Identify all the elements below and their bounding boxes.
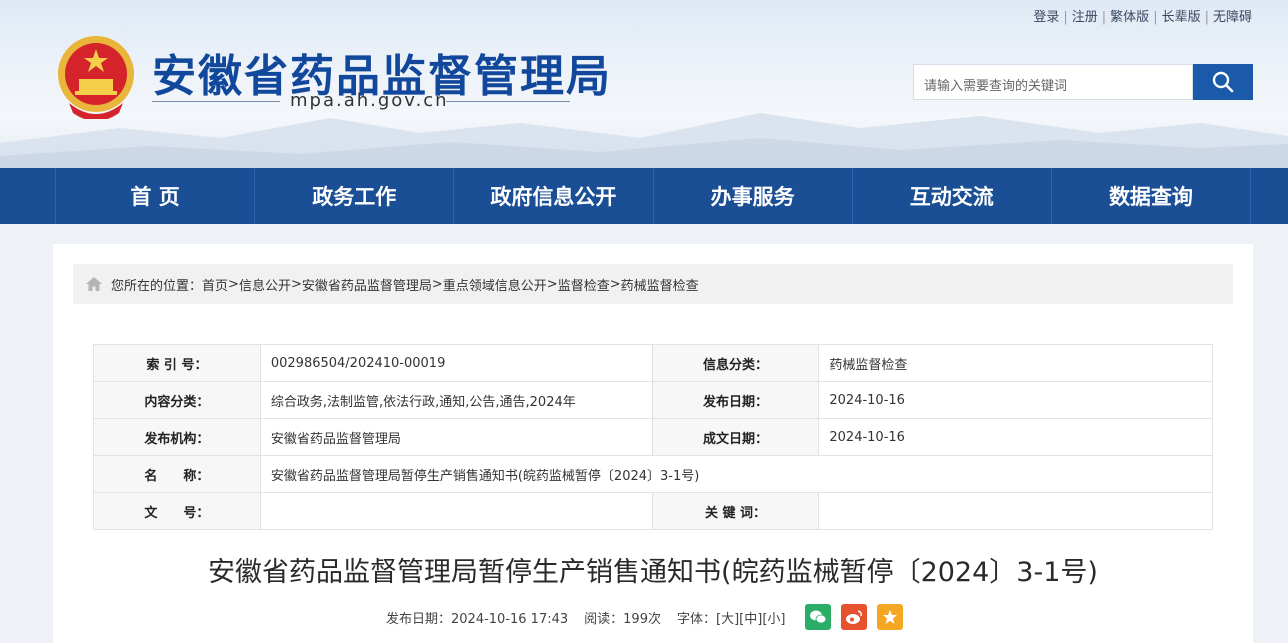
accessibility-link[interactable]: 无障碍 [1213, 10, 1252, 25]
breadcrumb-item[interactable]: 安徽省药品监督管理局 [302, 275, 432, 294]
meta-label: 发布机构： [93, 418, 261, 456]
elder-mode-link[interactable]: 长辈版 [1162, 10, 1201, 25]
meta-label: 关 键 词： [651, 492, 820, 530]
search-button[interactable] [1193, 64, 1253, 100]
meta-category-value: 药械监督检查 [818, 344, 1213, 382]
article-publish-date: 发布日期：2024-10-16 17:43 [386, 611, 569, 627]
meta-label: 索 引 号： [93, 344, 261, 382]
domain-divider [152, 101, 280, 102]
font-large-button[interactable]: [大] [716, 608, 739, 627]
meta-doc-date-value: 2024-10-16 [818, 418, 1213, 456]
breadcrumb-prefix: 您所在的位置： [111, 278, 203, 294]
weibo-share-button[interactable] [841, 604, 868, 630]
meta-name-value: 安徽省药品监督管理局暂停生产销售通知书(皖药监械暂停〔2024〕3-1号) [259, 455, 1214, 493]
article-read-count: 阅读：199次 [584, 611, 661, 627]
star-icon [883, 610, 898, 624]
meta-label: 信息分类： [651, 344, 820, 382]
wechat-share-button[interactable] [805, 604, 832, 630]
nav-information-disclosure[interactable]: 政府信息公开 [453, 168, 652, 224]
traditional-chinese-link[interactable]: 繁体版 [1110, 10, 1149, 25]
site-header: 登录 | 注册 | 繁体版 | 长辈版 | 无障碍 安徽省药品监督管理局 mpa.ah.gov.… [0, 0, 1288, 168]
breadcrumb-item[interactable]: 重点领域信息公开 [443, 275, 547, 294]
nav-government-work[interactable]: 政务工作 [254, 168, 453, 224]
font-medium-button[interactable]: [中] [739, 608, 762, 627]
nav-services[interactable]: 办事服务 [652, 168, 852, 224]
home-icon [86, 277, 102, 291]
breadcrumb-item[interactable]: 首页 [202, 275, 228, 294]
breadcrumb-separator: > [228, 276, 239, 292]
meta-keyword-value [818, 492, 1213, 530]
meta-org-value: 安徽省药品监督管理局 [259, 418, 653, 456]
meta-pubdate-value: 2024-10-16 [818, 381, 1213, 419]
wechat-icon [810, 610, 827, 624]
meta-label: 内容分类： [93, 381, 261, 419]
breadcrumb-item[interactable]: 信息公开 [239, 275, 291, 294]
top-links: 登录 | 注册 | 繁体版 | 长辈版 | 无障碍 [1033, 10, 1252, 25]
main-nav: 首 页 政务工作 政府信息公开 办事服务 互动交流 数据查询 [0, 168, 1288, 224]
document-metadata-table: 索 引 号： 002986504/202410-00019 信息分类： 药械监督… [93, 344, 1214, 530]
font-small-button[interactable]: [小] [762, 608, 785, 627]
nav-data-query[interactable]: 数据查询 [1050, 168, 1252, 224]
domain-divider [446, 101, 570, 102]
breadcrumb-separator: > [290, 276, 302, 292]
meta-content-value: 综合政务,法制监管,依法行政,通知,公告,通告,2024年 [259, 381, 653, 419]
meta-label: 名 称： [93, 455, 261, 493]
national-emblem-icon [58, 36, 134, 119]
meta-label: 文 号： [93, 492, 261, 530]
article-title: 安徽省药品监督管理局暂停生产销售通知书(皖药监械暂停〔2024〕3-1号) [208, 557, 1098, 588]
breadcrumb-item[interactable]: 药械监督检查 [621, 275, 699, 294]
register-link[interactable]: 注册 [1072, 10, 1098, 25]
weibo-icon [846, 610, 863, 624]
content-panel: 您所在的位置： 首页 > 信息公开 > 安徽省药品监督管理局 > 重点领域信息公… [53, 244, 1253, 643]
meta-docnum-value [259, 492, 653, 530]
site-domain: mpa.ah.gov.cn [290, 90, 449, 111]
breadcrumb-separator: > [431, 276, 443, 292]
login-link[interactable]: 登录 [1033, 10, 1059, 25]
nav-home[interactable]: 首 页 [55, 168, 254, 224]
search-icon [1212, 71, 1234, 93]
breadcrumb-separator: > [609, 276, 621, 292]
breadcrumb: 您所在的位置： 首页 > 信息公开 > 安徽省药品监督管理局 > 重点领域信息公… [73, 264, 1233, 304]
breadcrumb-item[interactable]: 监督检查 [558, 275, 610, 294]
meta-label: 发布日期： [651, 381, 820, 419]
meta-label: 成文日期： [651, 418, 820, 456]
nav-interaction[interactable]: 互动交流 [851, 168, 1051, 224]
meta-index-value: 002986504/202410-00019 [259, 344, 653, 382]
font-size-label: 字体： [676, 611, 716, 627]
article-info-bar: 发布日期：2024-10-16 17:43 阅读：199次 字体： [大] [中… [386, 604, 904, 630]
breadcrumb-separator: > [546, 276, 558, 292]
favorite-button[interactable] [877, 604, 904, 630]
search-input[interactable]: 请输入需要查询的关键词 [913, 64, 1193, 100]
